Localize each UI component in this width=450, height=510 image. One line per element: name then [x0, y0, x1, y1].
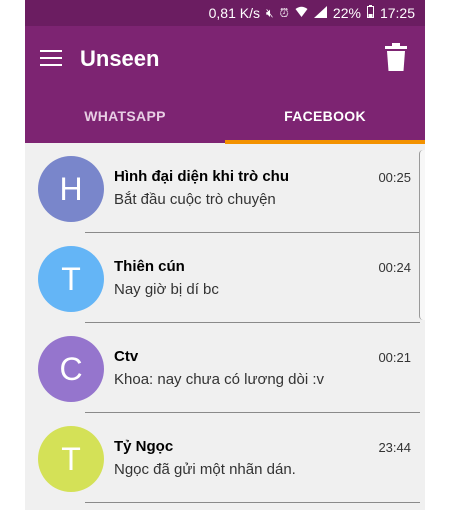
battery-icon [366, 5, 374, 21]
message-time: 00:24 [378, 260, 411, 275]
app-screen: 0,81 K/s 🔇︎ ⏰︎ 22% 17:25 Unseen WHATSAPP… [25, 0, 425, 510]
signal-icon [313, 5, 327, 21]
battery-percent: 22% [332, 5, 361, 21]
menu-icon[interactable] [40, 50, 62, 66]
edge-panel-handle[interactable] [419, 150, 425, 320]
delete-icon[interactable] [385, 43, 407, 71]
alarm-icon: ⏰︎ [279, 5, 289, 20]
message-time: 23:44 [378, 440, 411, 455]
message-preview: Nay giờ bị dí bc [114, 281, 219, 298]
message-preview: Bắt đầu cuộc trò chuyện [114, 191, 276, 208]
avatar: H [38, 156, 104, 222]
app-bar: Unseen [25, 26, 425, 90]
contact-name: Ctv [114, 348, 139, 365]
message-preview: Khoa: nay chưa có lương dòi :v [114, 371, 325, 388]
tab-whatsapp[interactable]: WHATSAPP [25, 90, 225, 143]
app-title: Unseen [80, 46, 160, 71]
network-speed: 0,81 K/s [208, 5, 260, 21]
status-bar: 0,81 K/s 🔇︎ ⏰︎ 22% 17:25 [25, 0, 425, 26]
conversation-row[interactable]: T Thiên cún Nay giờ bị dí bc 00:24 [25, 233, 425, 323]
message-preview: Ngọc đã gửi một nhãn dán. [114, 461, 296, 478]
conversation-list: H Hình đại diện khi trò chu Bắt đầu cuộc… [25, 143, 425, 503]
avatar: T [38, 426, 104, 492]
contact-name: Tỷ Ngọc [114, 438, 174, 455]
contact-name: Thiên cún [114, 258, 185, 275]
message-time: 00:21 [378, 350, 411, 365]
conversation-row[interactable]: T Tỷ Ngọc Ngọc đã gửi một nhãn dán. 23:4… [25, 413, 425, 503]
avatar: C [38, 336, 104, 402]
tab-bar: WHATSAPP FACEBOOK [25, 90, 425, 144]
tab-facebook[interactable]: FACEBOOK [225, 90, 425, 144]
conversation-row[interactable]: C Ctv Khoa: nay chưa có lương dòi :v 00:… [25, 323, 425, 413]
divider [85, 502, 420, 503]
avatar: T [38, 246, 104, 312]
conversation-row[interactable]: H Hình đại diện khi trò chu Bắt đầu cuộc… [25, 143, 425, 233]
clock: 17:25 [379, 5, 415, 21]
wifi-icon [295, 6, 308, 21]
mute-icon: 🔇︎ [265, 5, 274, 20]
message-time: 00:25 [378, 170, 411, 185]
contact-name: Hình đại diện khi trò chu [114, 168, 290, 185]
